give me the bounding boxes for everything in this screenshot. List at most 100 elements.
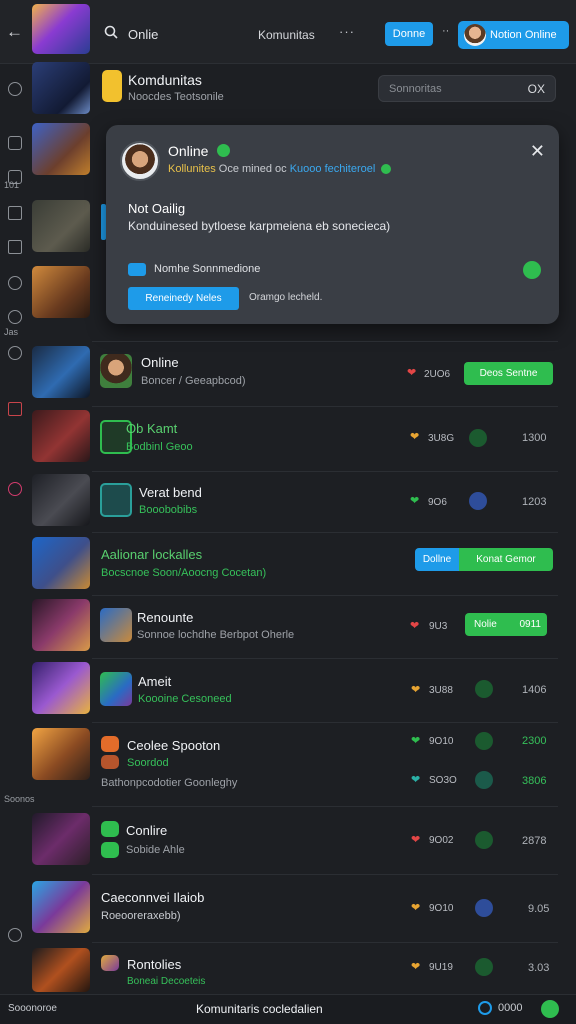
row-subtitle: Roeooreraxebb) xyxy=(101,910,181,922)
check-icon xyxy=(101,821,119,837)
join-button[interactable]: Nolie 0911 xyxy=(465,613,547,636)
avatar xyxy=(120,141,160,181)
search-placeholder: Sonnoritas xyxy=(389,83,442,95)
add-icon[interactable] xyxy=(541,1000,559,1018)
game-icon xyxy=(101,955,119,971)
row-subtitle: Noocdes Teotsonile xyxy=(128,91,224,103)
heart-icon: ❤ xyxy=(411,961,421,973)
row-subtitle: Sonnoe lochdhe Berbpot Oherle xyxy=(137,629,295,641)
game-thumbnail[interactable] xyxy=(32,410,90,462)
back-arrow-icon[interactable]: ← xyxy=(6,22,23,42)
heart-icon: ❤ xyxy=(411,774,421,786)
komunitas-tab[interactable]: Komunitas xyxy=(258,28,315,42)
game-thumbnail[interactable] xyxy=(32,599,90,651)
calendar-icon[interactable] xyxy=(8,240,22,254)
close-icon[interactable]: ✕ xyxy=(530,141,545,162)
search-query[interactable]: Onlie xyxy=(128,27,158,42)
help-icon[interactable] xyxy=(8,928,22,942)
notification-icon[interactable] xyxy=(8,482,22,496)
heart-icon: ❤ xyxy=(411,684,421,696)
row-title: Online xyxy=(141,355,179,370)
game-thumbnail[interactable] xyxy=(32,662,90,714)
komunitas-search-input[interactable]: Sonnoritas OX xyxy=(378,75,556,102)
bottom-left-label[interactable]: Sooonoroe xyxy=(8,1003,57,1014)
row-title: Rontolies xyxy=(127,957,182,972)
row-title: Komdunitas xyxy=(128,72,202,88)
more-menu-icon[interactable]: ··· xyxy=(339,24,355,39)
heart-icon: ❤ xyxy=(407,367,417,379)
primary-button[interactable]: Reneinedy Neles xyxy=(128,287,239,310)
divider xyxy=(92,806,558,807)
online-profile-label: Notion Online xyxy=(490,29,557,41)
avatar xyxy=(100,354,132,388)
row-number: 1300 xyxy=(522,432,547,444)
gear-icon[interactable] xyxy=(523,261,541,279)
row-number: 2878 xyxy=(522,835,547,847)
status-icon xyxy=(475,732,493,750)
game-thumbnail[interactable] xyxy=(32,4,90,54)
overflow-icon[interactable]: ·· xyxy=(442,25,449,37)
popup-sub-link[interactable]: Kuooo fechiteroel xyxy=(290,163,376,175)
left-rail: 101 Jas Soonos xyxy=(0,64,35,994)
game-thumbnail[interactable] xyxy=(32,474,90,526)
chat-icon[interactable] xyxy=(8,136,22,150)
close-icon[interactable]: OX xyxy=(528,82,545,96)
join-button[interactable]: Deos Sentne xyxy=(464,362,553,385)
popup-description: Konduinesed bytloese karpmeiena eb sonec… xyxy=(128,219,391,233)
heart-icon: ❤ xyxy=(411,902,421,914)
settings-icon[interactable] xyxy=(8,310,22,324)
refresh-icon[interactable] xyxy=(8,82,22,96)
game-icon xyxy=(100,608,132,642)
status-icon xyxy=(475,831,493,849)
online-button[interactable]: Dollne xyxy=(415,548,459,571)
change-link[interactable]: Oramgo lecheld. xyxy=(249,292,322,303)
game-thumbnail[interactable] xyxy=(32,123,90,175)
divider xyxy=(92,942,558,943)
info-icon[interactable] xyxy=(8,346,22,360)
game-thumbnail[interactable] xyxy=(32,537,90,589)
status-icon xyxy=(475,899,493,917)
game-thumbnail[interactable] xyxy=(32,728,90,780)
row-number: 1203 xyxy=(522,496,547,508)
game-thumbnail[interactable] xyxy=(32,813,90,865)
checkbox[interactable] xyxy=(128,263,146,276)
clock-icon[interactable] xyxy=(8,276,22,290)
game-icon xyxy=(100,483,132,517)
popup-heading: Not Oailig xyxy=(128,201,186,216)
join-count: 0911 xyxy=(519,619,541,630)
row-number: 3806 xyxy=(522,775,547,787)
checkbox-label: Nomhe Sonnmedione xyxy=(154,263,261,275)
avatar xyxy=(464,24,486,46)
divider xyxy=(92,341,558,342)
heart-icon: ❤ xyxy=(410,431,420,443)
row-count: 3U8G xyxy=(428,433,455,444)
join-label: Nolie xyxy=(474,619,497,630)
game-thumbnail[interactable] xyxy=(32,200,90,252)
row-count: 3U88 xyxy=(429,685,453,696)
row-number: 2300 xyxy=(522,735,547,747)
status-icon xyxy=(475,958,493,976)
row-subtitle: Boneai Decoeteis xyxy=(127,976,206,987)
donne-button[interactable]: Donne xyxy=(385,22,433,46)
game-thumbnail[interactable] xyxy=(32,346,90,398)
game-thumbnail[interactable] xyxy=(32,266,90,318)
search-icon[interactable] xyxy=(104,25,118,39)
row-title: Aalionar lockalles xyxy=(101,547,203,562)
flag-icon[interactable] xyxy=(8,402,22,416)
game-thumbnail[interactable] xyxy=(32,881,90,933)
status-icon xyxy=(469,429,487,447)
rail-label: Soonos xyxy=(4,794,35,804)
online-profile-button[interactable]: Notion Online xyxy=(458,21,569,49)
game-thumbnail[interactable] xyxy=(32,948,90,992)
tool-icon[interactable] xyxy=(8,206,22,220)
status-dot-icon xyxy=(381,164,391,174)
heart-icon: ❤ xyxy=(410,495,420,507)
join-button[interactable]: Konat Gemor xyxy=(459,548,553,571)
komunitas-icon xyxy=(102,70,122,102)
game-icon xyxy=(101,755,119,769)
row-title: Caeconnvei Ilaiob xyxy=(101,890,205,905)
game-thumbnail[interactable] xyxy=(32,62,90,114)
status-icon xyxy=(475,771,493,789)
bottom-center-label[interactable]: Komunitaris cocledalien xyxy=(196,1002,323,1016)
row-count: SO3O xyxy=(429,775,457,786)
